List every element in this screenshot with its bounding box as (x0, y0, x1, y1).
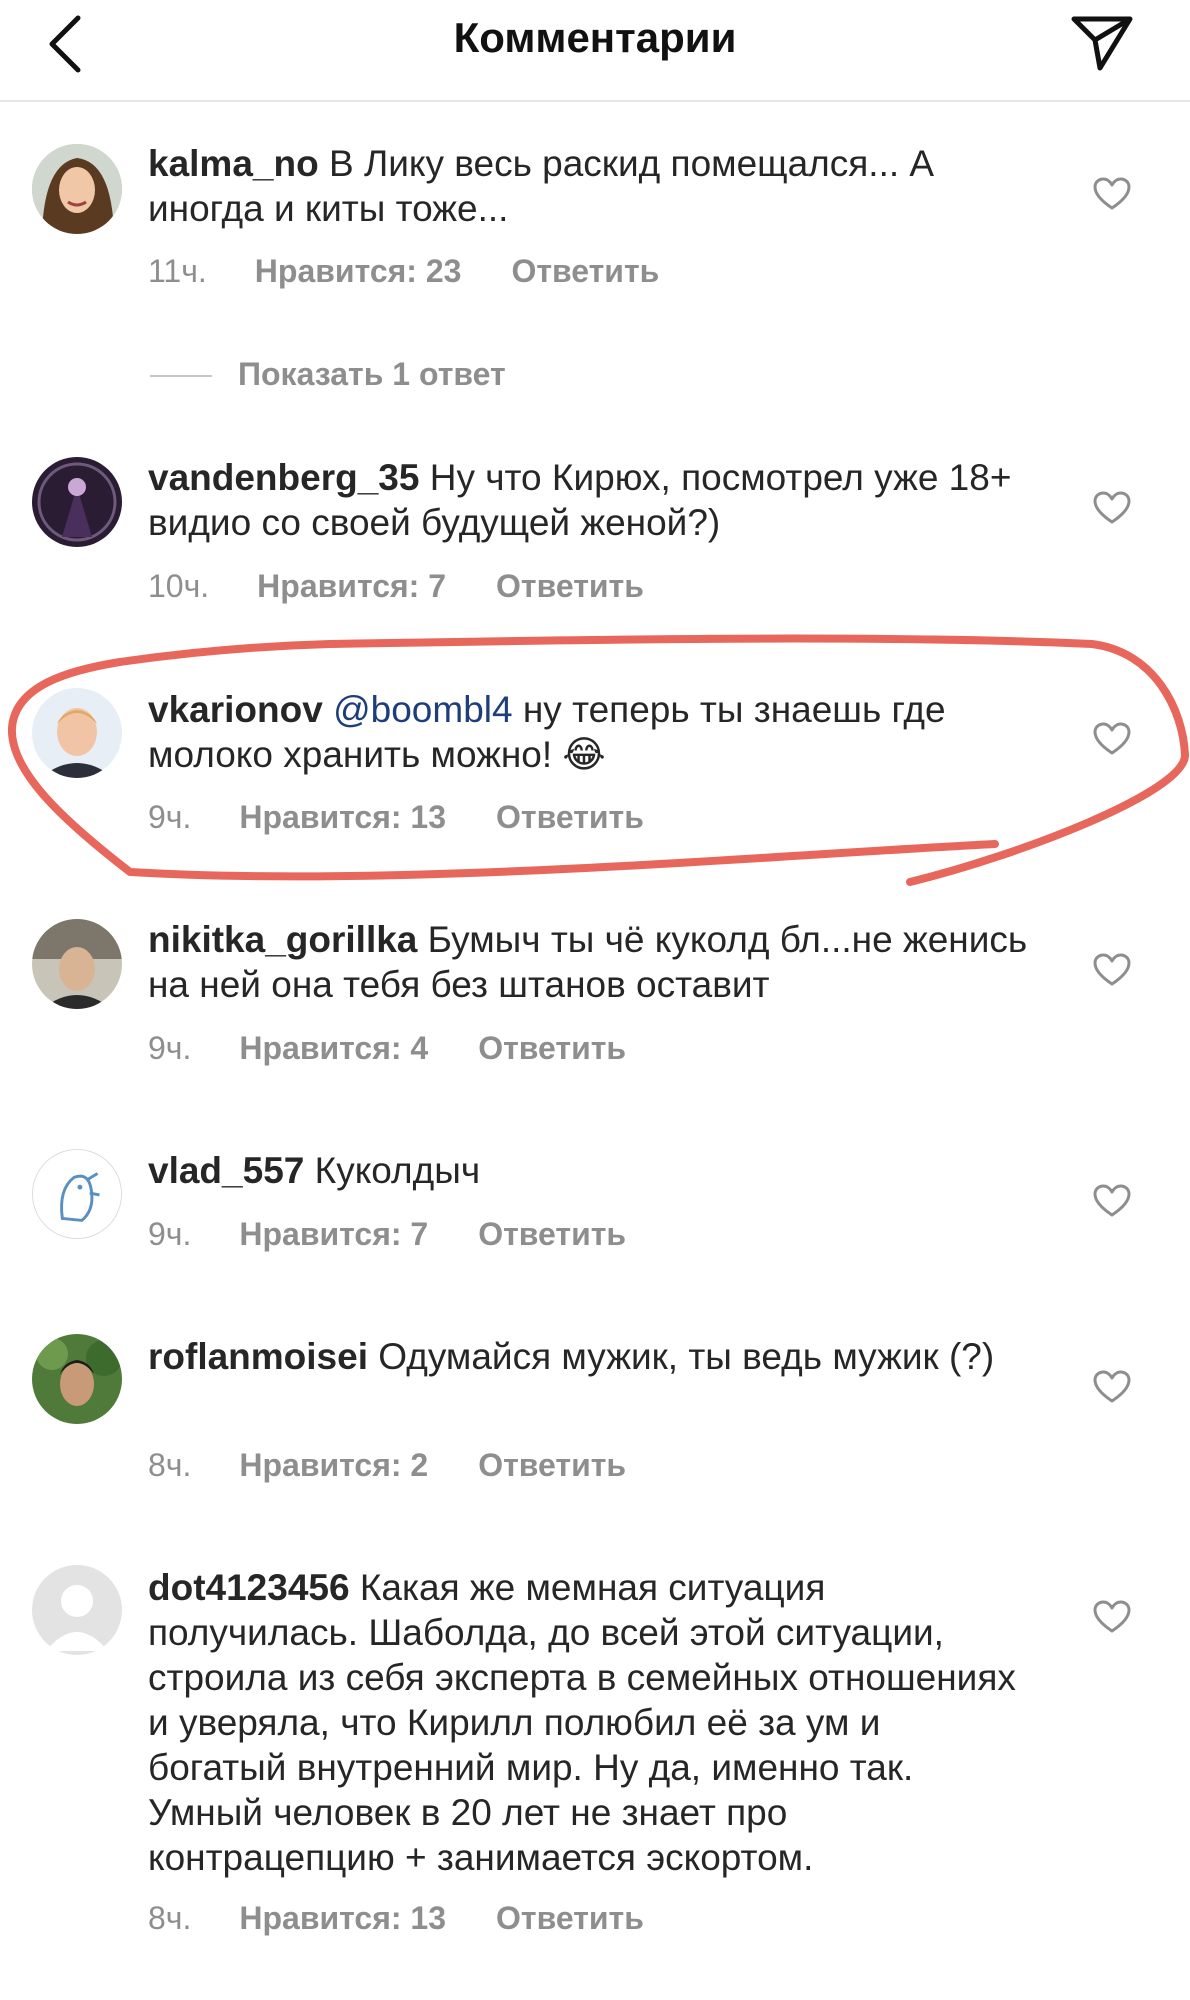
comment-likes[interactable]: Нравится: 13 (239, 799, 446, 836)
avatar[interactable] (32, 919, 122, 1009)
avatar[interactable] (32, 1334, 122, 1424)
reply-button[interactable]: Ответить (478, 1030, 626, 1067)
comment-text: kalma_no В Лику весь раскид помещался...… (148, 141, 1028, 231)
reply-button[interactable]: Ответить (478, 1447, 626, 1484)
mention-link[interactable]: @boombl4 (333, 689, 513, 730)
show-replies-label: Показать 1 ответ (238, 356, 506, 392)
comment-likes[interactable]: Нравится: 2 (239, 1447, 428, 1484)
comment-time: 9ч. (148, 799, 192, 835)
avatar[interactable] (32, 688, 122, 778)
comment-username[interactable]: nikitka_gorillka (148, 919, 417, 960)
reply-button[interactable]: Ответить (511, 253, 659, 290)
comment-meta: 8ч. Нравится: 2 Ответить (148, 1447, 626, 1484)
comment-username[interactable]: vlad_557 (148, 1150, 304, 1191)
comment-meta: 11ч. Нравится: 23 Ответить (148, 253, 659, 290)
comment-time: 9ч. (148, 1216, 192, 1252)
comment-time: 10ч. (148, 568, 210, 604)
reply-button[interactable]: Ответить (496, 799, 644, 836)
avatar-image (32, 457, 122, 547)
like-heart-icon[interactable] (1093, 1184, 1131, 1218)
like-heart-icon[interactable] (1093, 1600, 1131, 1634)
avatar[interactable] (32, 1565, 122, 1655)
top-bar: Комментарии (0, 0, 1190, 102)
like-heart-icon[interactable] (1093, 953, 1131, 987)
avatar-image (32, 144, 122, 234)
avatar[interactable] (32, 1149, 122, 1239)
comment-text: dot4123456 Какая же мемная ситуация полу… (148, 1565, 1028, 1880)
avatar-image (33, 1150, 121, 1238)
comment-time: 8ч. (148, 1900, 192, 1936)
avatar[interactable] (32, 457, 122, 547)
page-title: Комментарии (453, 14, 737, 61)
comment-meta: 9ч. Нравится: 7 Ответить (148, 1216, 626, 1253)
comment-username[interactable]: vkarionov (148, 689, 323, 730)
comment-text: vlad_557 Куколдыч (148, 1148, 1028, 1193)
comment-time: 9ч. (148, 1030, 192, 1066)
comment-time: 11ч. (148, 253, 207, 289)
comment-likes[interactable]: Нравится: 4 (239, 1030, 428, 1067)
comment-body: Одумайся мужик, ты ведь мужик (?) (378, 1336, 995, 1377)
comment-text: vandenberg_35 Ну что Кирюх, посмотрел уж… (148, 455, 1028, 545)
replies-divider-line (150, 375, 212, 377)
comment-text: roflanmoisei Одумайся мужик, ты ведь муж… (148, 1334, 1028, 1379)
avatar-image (32, 1334, 122, 1424)
comment-username[interactable]: vandenberg_35 (148, 457, 419, 498)
comment-likes[interactable]: Нравится: 7 (257, 568, 446, 605)
like-heart-icon[interactable] (1093, 1370, 1131, 1404)
comment-text: nikitka_gorillka Бумыч ты чё куколд бл..… (148, 917, 1028, 1007)
comment-body: Куколдыч (314, 1150, 481, 1191)
comment-username[interactable]: dot4123456 (148, 1567, 350, 1608)
direct-send-icon[interactable] (1070, 14, 1134, 72)
comment-meta: 9ч. Нравится: 4 Ответить (148, 1030, 626, 1067)
reply-button[interactable]: Ответить (478, 1216, 626, 1253)
like-heart-icon[interactable] (1093, 722, 1131, 756)
comment-meta: 10ч. Нравится: 7 Ответить (148, 568, 644, 605)
comment-likes[interactable]: Нравится: 23 (255, 253, 462, 290)
comment-time: 8ч. (148, 1447, 192, 1483)
comment-body: Какая же мемная ситуация получилась. Шаб… (148, 1567, 1016, 1878)
reply-button[interactable]: Ответить (496, 1900, 644, 1937)
avatar-image (32, 688, 122, 778)
comment-likes[interactable]: Нравится: 13 (239, 1900, 446, 1937)
comment-text: vkarionov @boombl4 ну теперь ты знаешь г… (148, 687, 1028, 777)
comment-likes[interactable]: Нравится: 7 (239, 1216, 428, 1253)
reply-button[interactable]: Ответить (496, 568, 644, 605)
comment-username[interactable]: roflanmoisei (148, 1336, 368, 1377)
comment-meta: 8ч. Нравится: 13 Ответить (148, 1900, 644, 1937)
like-heart-icon[interactable] (1093, 177, 1131, 211)
comment-username[interactable]: kalma_no (148, 143, 319, 184)
avatar-image (32, 919, 122, 1009)
comment-meta: 9ч. Нравится: 13 Ответить (148, 799, 644, 836)
like-heart-icon[interactable] (1093, 491, 1131, 525)
avatar[interactable] (32, 144, 122, 234)
default-avatar-icon (32, 1565, 122, 1655)
